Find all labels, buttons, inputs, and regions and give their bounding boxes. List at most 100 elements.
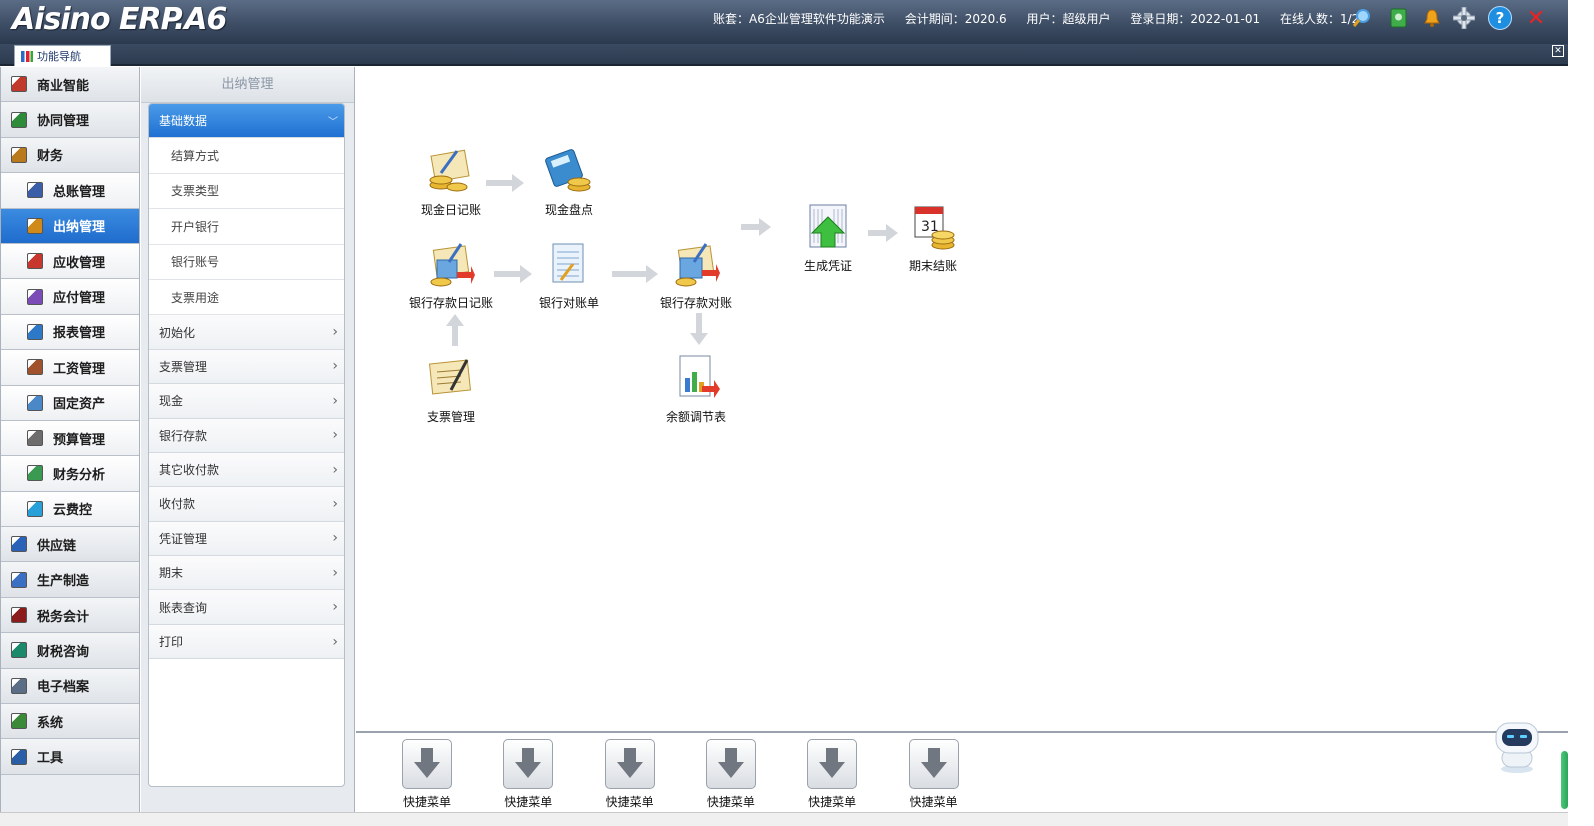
chevron-right-icon: › (332, 427, 338, 444)
node-generate-voucher[interactable]: 生成凭证 (778, 203, 878, 274)
module-label: 报表管理 (53, 326, 106, 342)
node-cash-journal[interactable]: 现金日记账 (401, 147, 501, 218)
module-item[interactable]: 报表管理 (1, 314, 139, 351)
module-icon (27, 288, 43, 305)
module-item[interactable]: 电子档案 (1, 668, 139, 705)
module-item[interactable]: 供应链 (1, 527, 139, 563)
module-item[interactable]: 云费控 (1, 491, 139, 528)
module-item[interactable]: 总账管理 (1, 173, 139, 209)
help-icon[interactable]: ? (1488, 6, 1512, 30)
function-group[interactable]: 其它收付款 › (149, 452, 344, 488)
module-icon (11, 76, 27, 93)
download-arrow-icon (503, 739, 554, 789)
module-item[interactable]: 系统 (1, 704, 139, 740)
shortcut-menu-button[interactable]: 快捷菜单 (595, 739, 665, 810)
module-icon (11, 642, 27, 659)
flow-arrow (446, 314, 464, 346)
shortcut-menu-button[interactable]: 快捷菜单 (493, 739, 563, 810)
module-item[interactable]: 应付管理 (1, 279, 139, 315)
module-menu: 商业智能 协同管理 财务 总账管理 出纳管理应收管理应付管理报表管理工资管理 固定资产 预算… (0, 67, 140, 812)
module-item[interactable]: 工资管理 (1, 350, 139, 386)
shortcut-menu-button[interactable]: 快捷菜单 (797, 739, 867, 810)
module-item[interactable]: 预算管理 (1, 420, 139, 457)
module-item[interactable]: 应收管理 (1, 243, 139, 280)
function-item[interactable]: 支票用途 (149, 279, 344, 316)
node-label: 银行存款对账 (659, 296, 732, 310)
node-bank-reconcile[interactable]: 银行存款对账 (646, 240, 746, 311)
node-label: 余额调节表 (665, 410, 726, 424)
module-label: 应收管理 (53, 255, 106, 271)
node-label: 银行存款日记账 (408, 296, 493, 310)
scrollbar[interactable] (1561, 751, 1568, 809)
function-group[interactable]: 凭证管理 › (149, 521, 344, 557)
module-item[interactable]: 财务分析 (1, 456, 139, 492)
function-group[interactable]: 收付款 › (149, 487, 344, 522)
node-bank-statement[interactable]: 银行对账单 (519, 240, 619, 311)
function-group[interactable]: 基础数据 ﹀ (149, 104, 344, 139)
function-group[interactable]: 现金 › (149, 384, 344, 419)
title-bar: Aisino ERP.A6 账套：A6企业管理软件功能演示 会计期间：2020.… (0, 0, 1568, 44)
assistant-robot-icon[interactable] (1492, 719, 1542, 775)
module-item[interactable]: 商业智能 (1, 67, 139, 103)
module-item[interactable]: 协同管理 (1, 102, 139, 138)
shortcut-label: 快捷菜单 (909, 795, 958, 809)
module-icon (11, 571, 27, 588)
module-item[interactable]: 生产制造 (1, 562, 139, 598)
bell-icon[interactable] (1420, 6, 1444, 30)
search-icon[interactable] (1350, 6, 1374, 30)
account-label: 账套：A6企业管理软件功能演示 (713, 12, 885, 26)
node-balance-table[interactable]: 余额调节表 (646, 354, 746, 425)
function-item[interactable]: 支票类型 (149, 173, 344, 210)
function-tree: 基础数据 ﹀ 结算方式 支票类型 开户银行 银行账号 支票用途 初始化 › 支票管理 › 现金 › 银行存… (148, 103, 345, 787)
gear-icon[interactable] (1452, 6, 1476, 30)
function-group[interactable]: 账表查询 › (149, 590, 344, 625)
module-item[interactable]: 财务 (1, 137, 139, 174)
tab-function-navigation[interactable]: 功能导航 (14, 45, 111, 66)
shortcut-menu-button[interactable]: 快捷菜单 (696, 739, 766, 810)
node-label: 生成凭证 (803, 259, 852, 273)
tab-label: 功能导航 (37, 50, 81, 63)
module-item[interactable]: 税务会计 (1, 597, 139, 634)
module-icon (11, 713, 27, 730)
chevron-right-icon: › (332, 633, 338, 650)
module-item[interactable]: 出纳管理 (1, 208, 139, 244)
function-group[interactable]: 银行存款 › (149, 418, 344, 453)
address-book-icon[interactable] (1386, 6, 1410, 30)
module-item[interactable]: 固定资产 (1, 385, 139, 421)
function-group[interactable]: 初始化 › (149, 315, 344, 350)
shortcut-menu-button[interactable]: 快捷菜单 (392, 739, 462, 810)
module-icon (27, 253, 43, 270)
node-label: 支票管理 (426, 410, 475, 424)
function-group[interactable]: 期末 › (149, 556, 344, 591)
node-period-close[interactable]: 31 期末结账 (883, 203, 983, 274)
module-icon (11, 146, 27, 163)
tab-close-icon[interactable]: ✕ (1552, 45, 1564, 57)
function-item[interactable]: 结算方式 (149, 138, 344, 174)
group-label: 收付款 (159, 497, 196, 512)
module-label: 财务分析 (53, 467, 106, 483)
module-icon (27, 217, 43, 234)
login-date-label: 登录日期：2022-01-01 (1130, 12, 1261, 26)
download-arrow-icon (604, 739, 655, 789)
status-bar (0, 812, 1568, 826)
chevron-right-icon: › (332, 599, 338, 616)
calendar-icon: 31 (909, 203, 957, 251)
node-cash-count[interactable]: 现金盘点 (519, 147, 619, 218)
module-label: 供应链 (37, 538, 77, 554)
download-arrow-icon (807, 739, 858, 789)
function-item[interactable]: 银行账号 (149, 244, 344, 280)
function-group[interactable]: 打印 › (149, 624, 344, 660)
function-item[interactable]: 开户银行 (149, 209, 344, 245)
chevron-right-icon: › (332, 324, 338, 341)
function-group[interactable]: 支票管理 › (149, 349, 344, 385)
module-item[interactable]: 工具 (1, 739, 139, 775)
function-panel: 出纳管理 基础数据 ﹀ 结算方式 支票类型 开户银行 银行账号 支票用途 初始化 › 支票管理 › 现… (141, 67, 355, 812)
shortcut-bar: 快捷菜单 快捷菜单 快捷菜单 快捷菜单 快捷菜单 快捷菜单 (356, 731, 1568, 812)
node-label: 现金日记账 (420, 203, 481, 217)
close-icon[interactable]: ✕ (1524, 6, 1548, 31)
node-cheque-management[interactable]: 支票管理 (401, 354, 501, 425)
node-bank-journal[interactable]: 银行存款日记账 (401, 240, 501, 311)
module-label: 财税咨询 (37, 644, 90, 660)
module-item[interactable]: 财税咨询 (1, 633, 139, 669)
shortcut-menu-button[interactable]: 快捷菜单 (899, 739, 969, 810)
